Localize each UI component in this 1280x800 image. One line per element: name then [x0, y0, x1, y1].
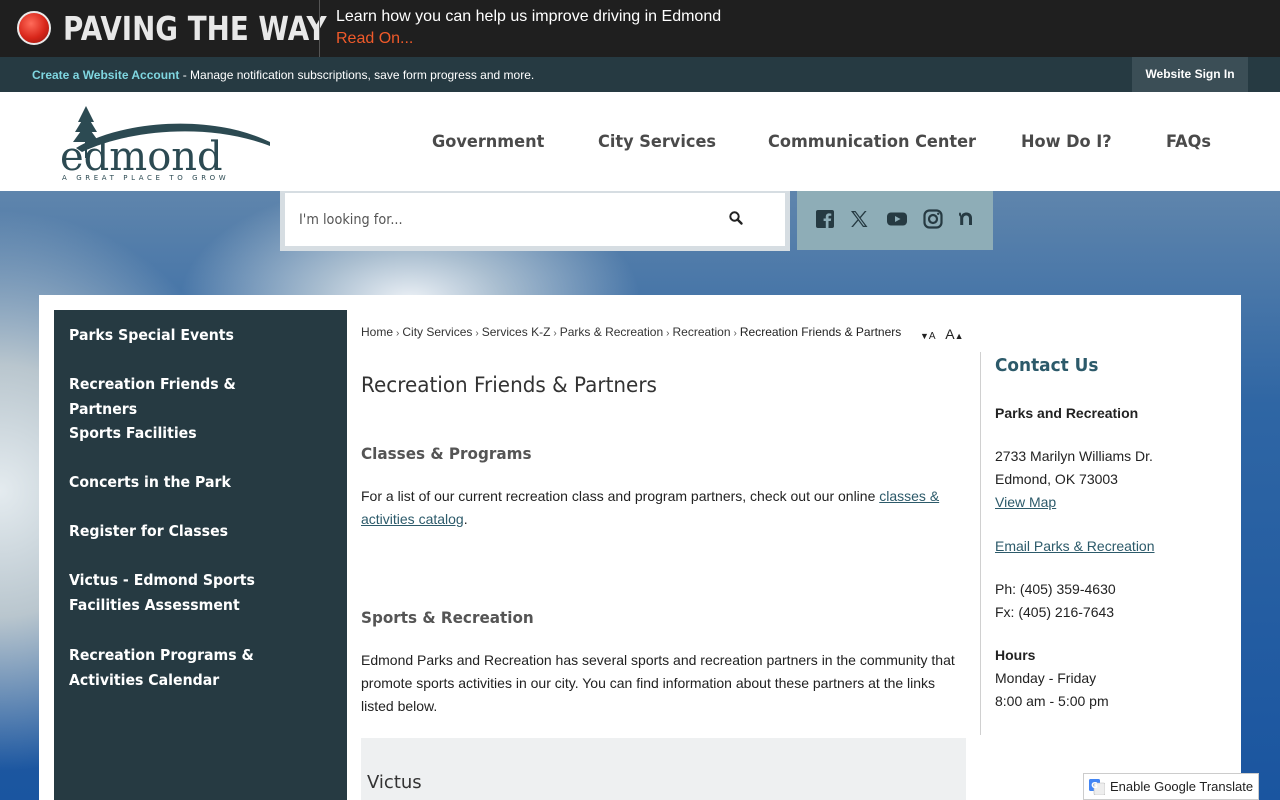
- breadcrumb-services-k-z[interactable]: Services K-Z: [482, 325, 551, 339]
- account-message: Create a Website Account - Manage notifi…: [32, 68, 534, 82]
- search-placeholder: I'm looking for...: [299, 212, 403, 228]
- section-text-classes: For a list of our current recreation cla…: [361, 488, 940, 527]
- breadcrumb-current: Recreation Friends & Partners: [739, 325, 902, 339]
- instagram-icon[interactable]: [922, 208, 944, 230]
- account-bar: Create a Website Account - Manage notifi…: [0, 57, 1280, 92]
- banner-title: PAVING THE WAY: [63, 9, 327, 48]
- breadcrumb-home[interactable]: Home: [361, 325, 393, 339]
- hours-days: Monday - Friday: [995, 670, 1097, 686]
- nav-communication-center[interactable]: Communication Center: [768, 132, 976, 152]
- section-heading-sports: Sports & Recreation: [361, 608, 534, 627]
- search-icon[interactable]: [728, 210, 744, 226]
- edmond-logo[interactable]: edmond A GREAT PLACE TO GROW: [58, 102, 276, 182]
- hours-time: 8:00 am - 5:00 pm: [995, 693, 1109, 709]
- youtube-icon[interactable]: [886, 208, 908, 230]
- breadcrumb-recreation[interactable]: Recreation: [672, 325, 730, 339]
- nav-government[interactable]: Government: [432, 132, 544, 152]
- breadcrumb-separator: ›: [396, 328, 400, 339]
- svg-text:G: G: [1091, 781, 1098, 790]
- contact-phone: Ph: (405) 359-4630: [995, 581, 1116, 597]
- email-link[interactable]: Email Parks & Recreation: [995, 538, 1155, 554]
- view-map-link[interactable]: View Map: [995, 494, 1056, 510]
- contact-title: Contact Us: [995, 355, 1099, 376]
- nav-how-do-i[interactable]: How Do I?: [1021, 132, 1112, 152]
- partner-title: Victus: [367, 772, 422, 793]
- sidebar-item-programs-calendar[interactable]: Recreation Programs & Activities Calenda…: [69, 643, 304, 693]
- svg-text:A GREAT PLACE TO GROW: A GREAT PLACE TO GROW: [62, 174, 229, 182]
- sidebar-item-concerts-in-the-park[interactable]: Concerts in the Park: [69, 470, 304, 495]
- font-size-controls: ▼A A▲: [920, 326, 963, 342]
- sidebar-item-parks-special-events[interactable]: Parks Special Events: [69, 323, 304, 348]
- create-account-link[interactable]: Create a Website Account: [32, 68, 179, 82]
- search-box: I'm looking for...: [280, 191, 790, 251]
- social-links: [797, 191, 993, 250]
- section-text-sports: Edmond Parks and Recreation has several …: [361, 652, 955, 714]
- font-decrease-button[interactable]: ▼A: [920, 327, 936, 342]
- sidebar-item-victus-assessment[interactable]: Victus - Edmond Sports Facilities Assess…: [69, 568, 304, 618]
- contact-fax: Fx: (405) 216-7643: [995, 604, 1115, 620]
- site-header: edmond A GREAT PLACE TO GROW Government …: [0, 92, 1280, 191]
- alert-banner: PAVING THE WAY Learn how you can help us…: [0, 0, 1280, 57]
- translate-label: Enable Google Translate: [1110, 779, 1254, 794]
- breadcrumb: Home › City Services › Services K-Z › Parks & …: [361, 325, 901, 339]
- google-translate-button[interactable]: G Enable Google Translate: [1083, 773, 1259, 800]
- contact-department: Parks and Recreation: [995, 405, 1139, 421]
- breadcrumb-separator: ›: [475, 328, 479, 339]
- google-translate-icon: G: [1089, 779, 1105, 795]
- account-description: - Manage notification subscriptions, sav…: [179, 68, 535, 82]
- side-navigation: Parks Special Events Recreation Friends …: [54, 310, 347, 800]
- banner-message[interactable]: Learn how you can help us improve drivin…: [336, 8, 721, 26]
- contact-divider: [980, 352, 981, 735]
- breadcrumb-separator: ›: [553, 328, 557, 339]
- breadcrumb-parks-recreation[interactable]: Parks & Recreation: [560, 325, 663, 339]
- search-input[interactable]: I'm looking for...: [285, 193, 785, 246]
- breadcrumb-city-services[interactable]: City Services: [402, 325, 472, 339]
- nav-city-services[interactable]: City Services: [598, 132, 716, 152]
- banner-divider: [319, 0, 320, 57]
- facebook-icon[interactable]: [814, 208, 836, 230]
- nav-faqs[interactable]: FAQs: [1166, 132, 1211, 152]
- hours-label: Hours: [995, 647, 1036, 663]
- partner-card: Victus: [361, 738, 966, 800]
- contact-panel: Contact Us Parks and Recreation 2733 Mar…: [995, 355, 1225, 709]
- read-on-link[interactable]: Read On...: [336, 30, 413, 48]
- contact-address-line2: Edmond, OK 73003: [995, 471, 1118, 487]
- breadcrumb-separator: ›: [733, 328, 737, 339]
- sidebar-item-register-for-classes[interactable]: Register for Classes: [69, 519, 304, 544]
- font-increase-button[interactable]: A▲: [945, 326, 963, 342]
- nextdoor-icon[interactable]: [956, 208, 978, 230]
- record-icon: [17, 11, 51, 45]
- page-title: Recreation Friends & Partners: [361, 373, 657, 397]
- contact-address-line1: 2733 Marilyn Williams Dr.: [995, 448, 1153, 464]
- sidebar-item-sports-facilities[interactable]: Sports Facilities: [69, 421, 304, 446]
- section-heading-classes: Classes & Programs: [361, 444, 532, 463]
- x-icon[interactable]: [848, 208, 870, 230]
- sign-in-button[interactable]: Website Sign In: [1132, 57, 1248, 92]
- sidebar-item-recreation-friends-partners[interactable]: Recreation Friends & Partners: [69, 372, 304, 422]
